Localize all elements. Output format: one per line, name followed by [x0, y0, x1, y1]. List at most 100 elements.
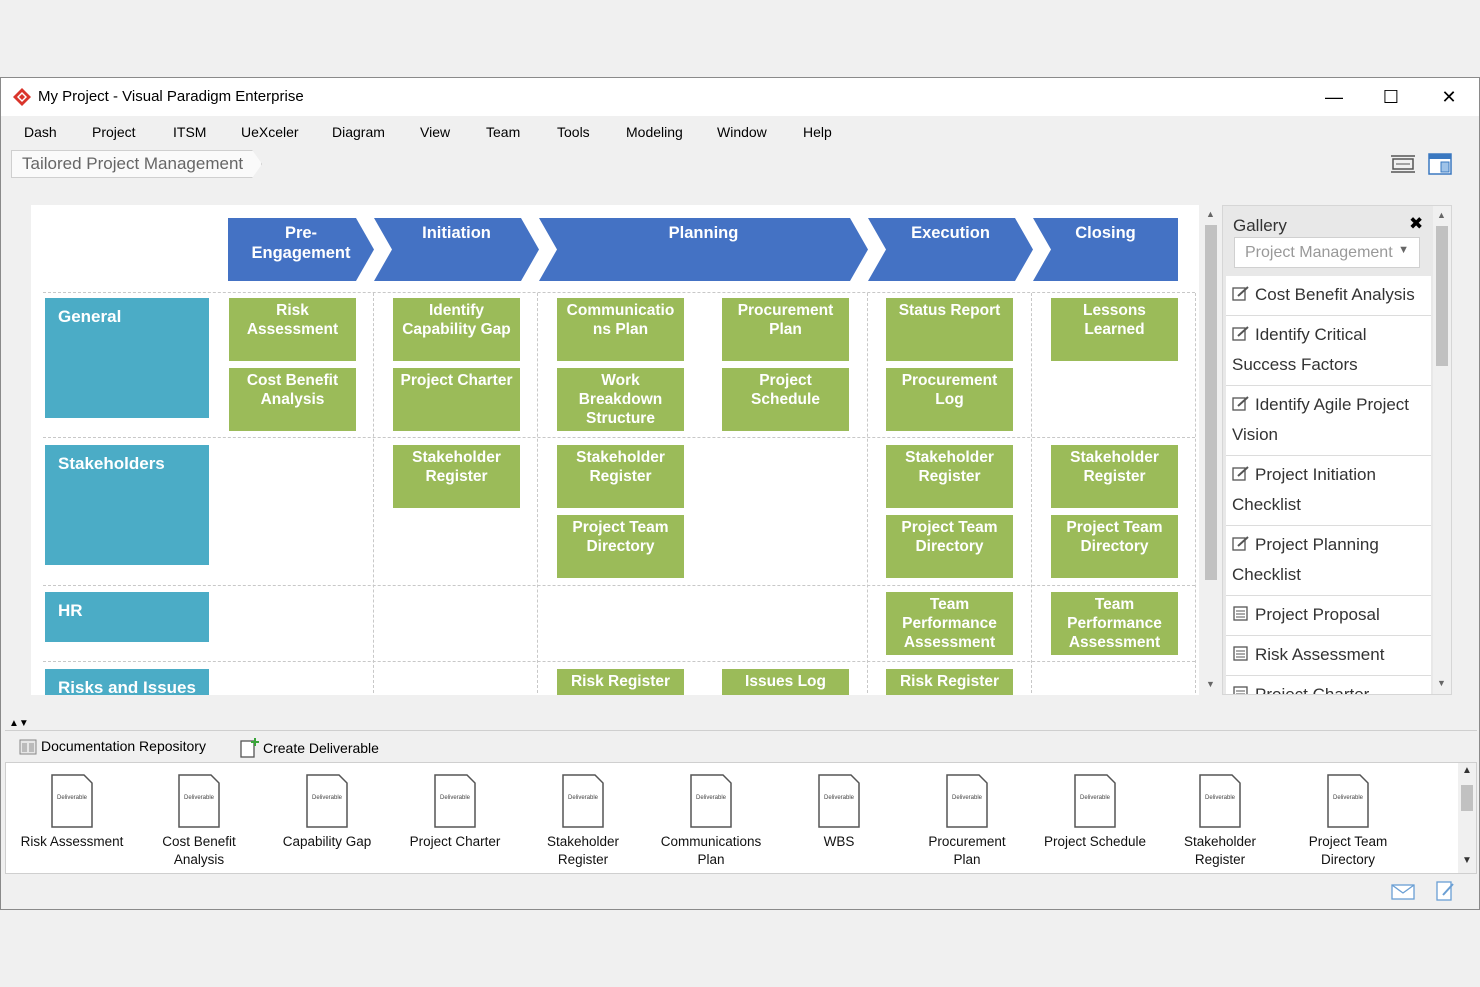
scroll-thumb[interactable]	[1461, 785, 1473, 811]
phase-divider	[373, 293, 374, 693]
menu-uexceler[interactable]: UeXceler	[241, 124, 299, 140]
menu-help[interactable]: Help	[803, 124, 832, 140]
scroll-down-icon[interactable]: ▼	[1462, 855, 1472, 866]
deliverable-cost-benefit-analysis[interactable]: Deliverable Cost Benefit Analysis	[137, 773, 261, 869]
gallery-item-cost-benefit-analysis[interactable]: Cost Benefit Analysis	[1226, 276, 1431, 316]
deliverable-capability-gap[interactable]: Deliverable Capability Gap	[265, 773, 389, 851]
menu-view[interactable]: View	[420, 124, 450, 140]
phase-initiation[interactable]: Initiation	[374, 218, 539, 281]
card-risk-register[interactable]: Risk Register	[886, 669, 1013, 695]
card-project-charter[interactable]: Project Charter	[393, 368, 520, 431]
card-status-report[interactable]: Status Report	[886, 298, 1013, 361]
menu-window[interactable]: Window	[717, 124, 767, 140]
card-communications-plan[interactable]: Communicatio ns Plan	[557, 298, 684, 361]
menu-tools[interactable]: Tools	[557, 124, 590, 140]
gallery-item-identify-agile-project-vision[interactable]: Identify Agile Project Vision	[1226, 386, 1431, 456]
card-team-performance-assessment[interactable]: Team Performance Assessment	[1051, 592, 1178, 655]
maximize-button[interactable]: ☐	[1368, 82, 1414, 112]
gallery-panel-icon[interactable]	[1427, 152, 1453, 176]
deliverable-icon-text: Deliverable	[184, 795, 215, 801]
menu-dash[interactable]: Dash	[24, 124, 57, 140]
gallery-close-icon[interactable]: ✖	[1409, 214, 1423, 234]
scroll-down-icon[interactable]: ▼	[1206, 679, 1215, 689]
minimize-icon: —	[1325, 86, 1343, 107]
deliverable-wbs[interactable]: Deliverable WBS	[777, 773, 901, 851]
repository-scrollbar[interactable]: ▲ ▼	[1458, 763, 1476, 873]
card-stakeholder-register[interactable]: Stakeholder Register	[557, 445, 684, 508]
lane-hr[interactable]: HR	[45, 592, 209, 642]
card-procurement-log[interactable]: Procurement Log	[886, 368, 1013, 431]
deliverable-stakeholder-register[interactable]: Deliverable Stakeholder Register	[1158, 773, 1282, 869]
card-lessons-learned[interactable]: Lessons Learned	[1051, 298, 1178, 361]
gallery-item-risk-assessment[interactable]: Risk Assessment	[1226, 636, 1431, 676]
create-deliverable-button[interactable]: Create Deliverable	[239, 738, 379, 758]
lane-stakeholders[interactable]: Stakeholders	[45, 445, 209, 565]
close-button[interactable]: ✕	[1426, 82, 1472, 112]
deliverable-project-team-directory[interactable]: Deliverable Project Team Directory	[1286, 773, 1410, 869]
canvas-scrollbar[interactable]: ▲ ▼	[1203, 205, 1219, 695]
card-cost-benefit-analysis[interactable]: Cost Benefit Analysis	[229, 368, 356, 431]
menu-diagram[interactable]: Diagram	[332, 124, 385, 140]
card-project-schedule[interactable]: Project Schedule	[722, 368, 849, 431]
gallery-item-label: Cost Benefit Analysis	[1255, 285, 1415, 304]
minimize-button[interactable]: —	[1311, 82, 1357, 112]
gallery-scrollbar[interactable]: ▲ ▼	[1433, 206, 1451, 694]
gallery-item-project-planning-checklist[interactable]: Project Planning Checklist	[1226, 526, 1431, 596]
gallery-item-project-initiation-checklist[interactable]: Project Initiation Checklist	[1226, 456, 1431, 526]
card-stakeholder-register[interactable]: Stakeholder Register	[886, 445, 1013, 508]
phase-execution[interactable]: Execution	[868, 218, 1033, 281]
phase-divider	[1031, 293, 1032, 693]
card-project-team-directory[interactable]: Project Team Directory	[1051, 515, 1178, 578]
gallery-item-label: Risk Assessment	[1255, 645, 1385, 664]
process-canvas[interactable]: Pre- Engagement Initiation Planning Exec…	[31, 205, 1199, 695]
documentation-repository: Deliverable Risk Assessment Deliverable …	[5, 762, 1477, 874]
deliverable-procurement-plan[interactable]: Deliverable Procurement Plan	[905, 773, 1029, 869]
menu-itsm[interactable]: ITSM	[173, 124, 206, 140]
card-work-breakdown-structure[interactable]: Work Breakdown Structure	[557, 368, 684, 431]
fit-to-window-icon[interactable]	[1390, 152, 1416, 176]
lane-risks-and-issues[interactable]: Risks and Issues	[45, 669, 209, 695]
deliverable-stakeholder-register[interactable]: Deliverable Stakeholder Register	[521, 773, 645, 869]
menu-project[interactable]: Project	[92, 124, 136, 140]
gallery-item-identify-critical-success-factors[interactable]: Identify Critical Success Factors	[1226, 316, 1431, 386]
card-stakeholder-register[interactable]: Stakeholder Register	[393, 445, 520, 508]
menu-modeling[interactable]: Modeling	[626, 124, 683, 140]
phase-pre-engagement[interactable]: Pre- Engagement	[228, 218, 374, 281]
splitter-toggle-icon[interactable]: ▲▼	[9, 718, 29, 729]
gallery-item-project-proposal[interactable]: Project Proposal	[1226, 596, 1431, 636]
breadcrumb[interactable]: Tailored Project Management	[11, 150, 262, 178]
card-risk-assessment[interactable]: Risk Assessment	[229, 298, 356, 361]
deliverable-document-icon: Deliverable	[51, 774, 93, 828]
table-doc-icon	[1233, 646, 1248, 661]
deliverable-document-icon: Deliverable	[946, 774, 988, 828]
scroll-up-icon[interactable]: ▲	[1437, 210, 1446, 220]
app-window: My Project - Visual Paradigm Enterprise …	[0, 77, 1480, 910]
gallery-filter-select[interactable]: Project Management ▼	[1234, 237, 1420, 268]
card-team-performance-assessment[interactable]: Team Performance Assessment	[886, 592, 1013, 655]
card-procurement-plan[interactable]: Procurement Plan	[722, 298, 849, 361]
menu-team[interactable]: Team	[486, 124, 520, 140]
deliverable-risk-assessment[interactable]: Deliverable Risk Assessment	[10, 773, 134, 851]
gallery-item-project-charter[interactable]: Project Charter	[1226, 676, 1431, 694]
card-project-team-directory[interactable]: Project Team Directory	[886, 515, 1013, 578]
scroll-down-icon[interactable]: ▼	[1437, 678, 1446, 688]
phase-closing[interactable]: Closing	[1033, 218, 1178, 281]
scroll-up-icon[interactable]: ▲	[1462, 765, 1472, 776]
scroll-up-icon[interactable]: ▲	[1206, 209, 1215, 219]
documentation-repository-button[interactable]: Documentation Repository	[19, 738, 206, 755]
card-issues-log[interactable]: Issues Log	[722, 669, 849, 695]
card-risk-register[interactable]: Risk Register	[557, 669, 684, 695]
scroll-thumb[interactable]	[1205, 225, 1217, 580]
deliverable-communications-plan[interactable]: Deliverable Communications Plan	[649, 773, 773, 869]
deliverable-icon-text: Deliverable	[1205, 795, 1236, 801]
phase-planning[interactable]: Planning	[539, 218, 868, 281]
deliverable-project-charter[interactable]: Deliverable Project Charter	[393, 773, 517, 851]
card-identify-capability-gap[interactable]: Identify Capability Gap	[393, 298, 520, 361]
card-stakeholder-register[interactable]: Stakeholder Register	[1051, 445, 1178, 508]
deliverable-project-schedule[interactable]: Deliverable Project Schedule	[1033, 773, 1157, 851]
card-project-team-directory[interactable]: Project Team Directory	[557, 515, 684, 578]
mail-icon[interactable]	[1391, 884, 1415, 900]
lane-general[interactable]: General	[45, 298, 209, 418]
notes-icon[interactable]	[1435, 880, 1455, 902]
scroll-thumb[interactable]	[1436, 226, 1448, 366]
